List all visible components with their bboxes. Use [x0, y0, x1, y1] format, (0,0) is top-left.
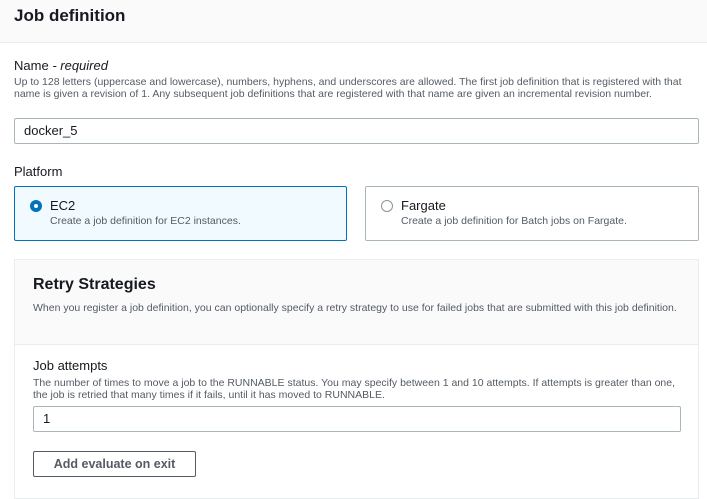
- radio-selected-icon[interactable]: [30, 200, 42, 212]
- page-title: Job definition: [14, 6, 126, 25]
- name-label: Name - required: [14, 58, 108, 73]
- radio-unselected-icon[interactable]: [381, 200, 393, 212]
- ec2-description: Create a job definition for EC2 instance…: [50, 215, 241, 227]
- retry-strategies-description: When you register a job definition, you …: [33, 302, 677, 314]
- fargate-title: Fargate: [401, 198, 446, 213]
- platform-label: Platform: [14, 164, 63, 179]
- platform-option-fargate[interactable]: Fargate Create a job definition for Batc…: [365, 186, 699, 241]
- job-attempts-label: Job attempts: [33, 358, 108, 373]
- retry-strategies-container: Retry Strategies When you register a job…: [14, 259, 699, 499]
- retry-strategies-title: Retry Strategies: [33, 276, 156, 293]
- retry-strategies-header: Retry Strategies When you register a job…: [15, 260, 698, 345]
- job-definition-header: Job definition: [0, 0, 707, 43]
- fargate-description: Create a job definition for Batch jobs o…: [401, 215, 627, 227]
- job-attempts-input[interactable]: 1: [33, 406, 681, 432]
- name-description: Up to 128 letters (uppercase and lowerca…: [14, 76, 682, 100]
- ec2-title: EC2: [50, 198, 76, 213]
- platform-option-ec2[interactable]: EC2 Create a job definition for EC2 inst…: [14, 186, 347, 241]
- job-attempts-description: The number of times to move a job to the…: [33, 377, 676, 401]
- name-input[interactable]: docker_5: [14, 118, 699, 144]
- required-marker: - required: [52, 58, 108, 73]
- add-evaluate-on-exit-button[interactable]: Add evaluate on exit: [33, 451, 196, 477]
